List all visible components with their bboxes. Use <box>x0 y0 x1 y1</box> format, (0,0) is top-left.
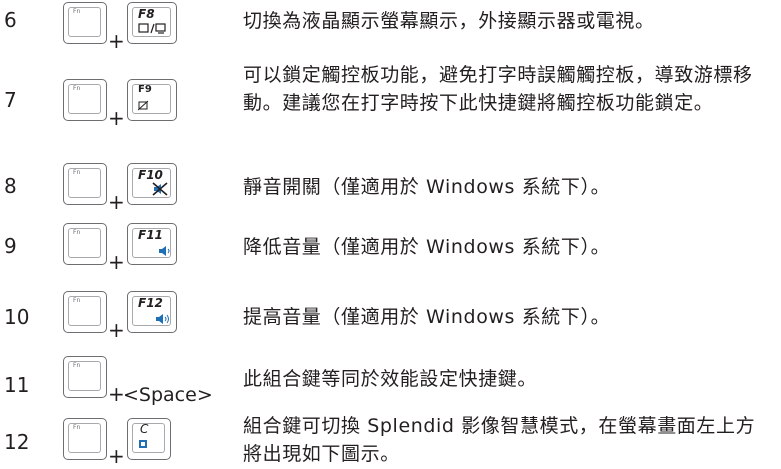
fn-key-label: Fn <box>73 169 81 176</box>
shortcut-description: 提高音量（僅適用於 Windows 系統下）。 <box>243 306 611 328</box>
f10-key: F10 <box>127 163 177 205</box>
f8-key: F8 <box>127 2 177 44</box>
volume-down-icon <box>159 246 170 256</box>
row-number: 6 <box>4 8 17 32</box>
fn-key: Fn <box>63 163 107 205</box>
mute-icon <box>152 182 168 196</box>
volume-up-icon <box>156 314 169 324</box>
row-number: 11 <box>4 373 30 397</box>
fn-key: Fn <box>63 223 107 265</box>
row-number: 8 <box>4 174 17 198</box>
fn-key: Fn <box>63 356 107 398</box>
row-number: 10 <box>4 305 30 329</box>
plus-sign: + <box>108 250 125 274</box>
shortcut-description: 靜音開關（僅適用於 Windows 系統下）。 <box>243 176 611 198</box>
plus-sign: + <box>108 318 125 342</box>
plus-sign: + <box>108 29 125 53</box>
fn-key: Fn <box>63 418 107 460</box>
plus-sign: + <box>108 106 125 130</box>
f9-key-label: F9 <box>138 84 152 95</box>
f9-key: F9 <box>127 79 177 121</box>
display-switch-icon <box>138 23 166 34</box>
touchpad-lock-icon <box>138 100 149 111</box>
fn-key-label: Fn <box>73 424 81 431</box>
fn-key: Fn <box>63 79 107 121</box>
f10-key-label: F10 <box>138 168 163 182</box>
plus-sign: + <box>108 444 125 468</box>
f11-key: F11 <box>127 223 177 265</box>
fn-key-label: Fn <box>73 85 81 92</box>
fn-key-label: Fn <box>73 229 81 236</box>
shortcut-description: 切換為液晶顯示螢幕顯示，外接顯示器或電視。 <box>243 10 655 32</box>
shortcut-description: 可以鎖定觸控板功能，避免打字時誤觸觸控板，導致游標移動。建議您在打字時按下此快捷… <box>243 64 753 114</box>
c-key: C <box>127 418 171 460</box>
plus-sign: + <box>108 190 125 214</box>
row-number: 12 <box>4 430 30 454</box>
f11-key-label: F11 <box>138 228 163 242</box>
fn-key: Fn <box>63 2 107 44</box>
row-number: 9 <box>4 234 17 258</box>
c-key-label: C <box>140 422 149 436</box>
fn-key-label: Fn <box>73 8 81 15</box>
shortcut-description: 降低音量（僅適用於 Windows 系統下）。 <box>243 236 611 258</box>
splendid-icon <box>139 440 147 448</box>
fn-key-label: Fn <box>73 362 81 369</box>
row-number: 7 <box>4 88 17 112</box>
space-key-label: <Space> <box>123 384 213 406</box>
f8-key-label: F8 <box>138 7 155 21</box>
f12-key: F12 <box>127 291 177 333</box>
fn-key: Fn <box>63 291 107 333</box>
shortcut-description: 此組合鍵等同於效能設定快捷鍵。 <box>243 368 538 390</box>
shortcut-description: 組合鍵可切換 Splendid 影像智慧模式，在螢幕畫面左上方將出現如下圖示。 <box>243 415 756 465</box>
f12-key-label: F12 <box>138 296 163 310</box>
fn-key-label: Fn <box>73 297 81 304</box>
